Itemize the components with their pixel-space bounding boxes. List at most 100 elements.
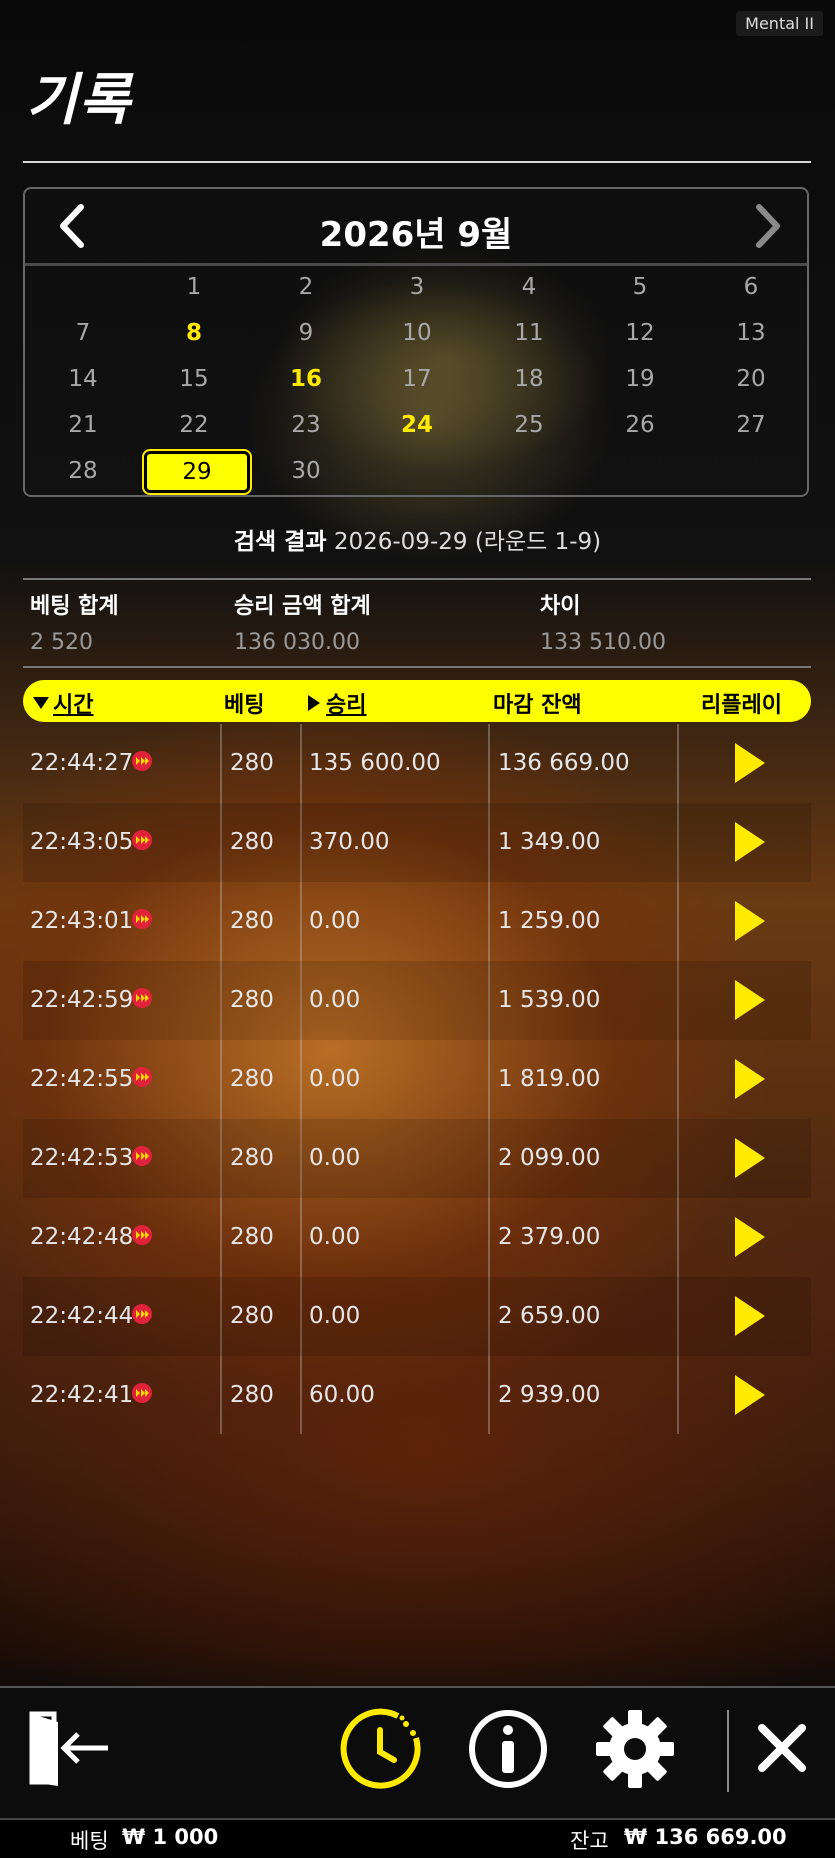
calendar-day[interactable]: 6 (701, 267, 801, 307)
calendar-day[interactable]: 16 (256, 359, 356, 399)
calendar-day[interactable]: 2 (256, 267, 356, 307)
next-month-button[interactable] (743, 203, 789, 249)
bet-total-label: 베팅 합계 (30, 594, 119, 619)
calendar-day[interactable]: 12 (590, 313, 690, 353)
calendar-day[interactable]: 1 (144, 267, 244, 307)
row-balance: 1 349.00 (498, 829, 601, 855)
replay-button[interactable] (733, 1059, 767, 1099)
diff-label: 차이 (540, 594, 581, 619)
table-row: 22:42:41 280 60.00 2 939.00 (23, 1356, 811, 1435)
calendar-day[interactable]: 10 (367, 313, 467, 353)
replay-button[interactable] (733, 1217, 767, 1257)
sort-play-icon[interactable] (308, 692, 322, 717)
status-bet-label: 베팅 (70, 1829, 109, 1853)
calendar: 2026년 9월 1 2 3 4 5 6 7 8 9 10 11 12 13 14 15 16 17 18 19 20… (23, 187, 809, 497)
row-time: 22:42:55 (30, 1066, 134, 1092)
calendar-day[interactable]: 20 (701, 359, 801, 399)
row-time: 22:44:27 (30, 750, 134, 776)
row-bet: 280 (230, 1224, 274, 1250)
chevron-right-icon (756, 204, 780, 248)
calendar-day[interactable]: 7 (33, 313, 133, 353)
replay-button[interactable] (733, 901, 767, 941)
sort-desc-icon[interactable] (33, 692, 49, 717)
header-win[interactable]: 승리 (326, 687, 366, 719)
play-icon (735, 980, 765, 1020)
search-result-label: 검색 결과 (233, 529, 327, 555)
settings-gear-icon (596, 1710, 674, 1788)
table-row: 22:42:48 280 0.00 2 379.00 (23, 1198, 811, 1277)
replay-button[interactable] (733, 1138, 767, 1178)
calendar-day[interactable]: 18 (479, 359, 579, 399)
win-total-value: 136 030.00 (234, 630, 360, 655)
status-balance-label: 잔고 (570, 1829, 609, 1853)
play-icon (735, 1375, 765, 1415)
header-balance: 마감 잔액 (493, 693, 582, 718)
row-time: 22:42:41 (30, 1382, 134, 1408)
bet-total-value: 2 520 (30, 630, 93, 655)
calendar-day[interactable]: 21 (33, 405, 133, 445)
calendar-day[interactable]: 13 (701, 313, 801, 353)
exit-icon (29, 1711, 108, 1786)
coin-icon (131, 1382, 153, 1404)
calendar-day[interactable]: 17 (367, 359, 467, 399)
row-bet: 280 (230, 1303, 274, 1329)
replay-button[interactable] (733, 980, 767, 1020)
status-bet-value: ₩ 1 000 (122, 1825, 219, 1849)
calendar-day[interactable]: 9 (256, 313, 356, 353)
calendar-day[interactable]: 27 (701, 405, 801, 445)
calendar-day[interactable]: 15 (144, 359, 244, 399)
calendar-day[interactable]: 3 (367, 267, 467, 307)
calendar-day-selected[interactable]: 29 (142, 449, 252, 495)
settings-button[interactable] (594, 1708, 676, 1794)
replay-button[interactable] (733, 743, 767, 783)
coin-icon (131, 750, 153, 772)
row-bet: 280 (230, 908, 274, 934)
play-icon (735, 743, 765, 783)
history-button[interactable] (340, 1708, 422, 1794)
calendar-day[interactable]: 26 (590, 405, 690, 445)
row-win: 0.00 (309, 1224, 361, 1250)
row-bet: 280 (230, 750, 274, 776)
play-icon (735, 901, 765, 941)
status-bar: 베팅 ₩ 1 000 잔고 ₩ 136 669.00 (0, 1818, 835, 1858)
row-balance: 2 659.00 (498, 1303, 601, 1329)
calendar-day[interactable]: 30 (256, 451, 356, 491)
calendar-day[interactable]: 4 (479, 267, 579, 307)
table-row: 22:43:01 280 0.00 1 259.00 (23, 882, 811, 961)
header-replay: 리플레이 (701, 693, 782, 718)
row-time: 22:42:53 (30, 1145, 134, 1171)
replay-button[interactable] (733, 1296, 767, 1336)
calendar-day[interactable]: 11 (479, 313, 579, 353)
info-button[interactable] (467, 1708, 549, 1794)
exit-button[interactable] (28, 1710, 110, 1790)
row-bet: 280 (230, 1382, 274, 1408)
calendar-day[interactable]: 5 (590, 267, 690, 307)
header-time[interactable]: 시간 (53, 687, 93, 719)
replay-button[interactable] (733, 1375, 767, 1415)
replay-button[interactable] (733, 822, 767, 862)
table-header: 시간 베팅 승리 마감 잔액 리플레이 (23, 680, 811, 722)
calendar-day[interactable]: 25 (479, 405, 579, 445)
calendar-day[interactable]: 19 (590, 359, 690, 399)
coin-icon (131, 908, 153, 930)
calendar-day[interactable]: 8 (144, 313, 244, 353)
calendar-day[interactable]: 24 (367, 405, 467, 445)
coin-icon (131, 829, 153, 851)
play-icon (735, 1296, 765, 1336)
win-total-label: 승리 금액 합계 (234, 594, 371, 619)
row-win: 0.00 (309, 1145, 361, 1171)
calendar-day[interactable]: 23 (256, 405, 356, 445)
row-win: 370.00 (309, 829, 390, 855)
summary-divider-top (23, 578, 811, 580)
row-time: 22:42:44 (30, 1303, 134, 1329)
row-time: 22:43:01 (30, 908, 134, 934)
close-button[interactable] (756, 1722, 808, 1778)
diff-value: 133 510.00 (540, 630, 666, 655)
calendar-day[interactable]: 14 (33, 359, 133, 399)
table-row: 22:44:27 280 135 600.00 136 669.00 (23, 724, 811, 803)
calendar-day[interactable]: 22 (144, 405, 244, 445)
calendar-day[interactable]: 28 (33, 451, 133, 491)
search-result: 검색 결과 2026-09-29 (라운드 1-9) (0, 522, 835, 556)
header-bet: 베팅 (224, 693, 265, 718)
search-result-value: 2026-09-29 (라운드 1-9) (333, 529, 602, 555)
